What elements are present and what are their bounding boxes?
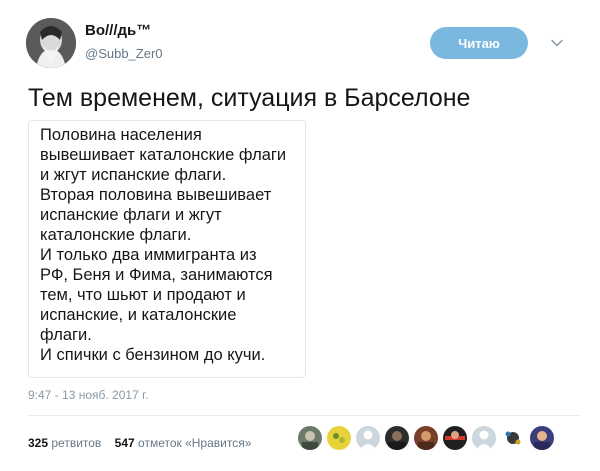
image-text-line: вывешивает каталонские флаги [40,146,287,164]
image-text-line: испанские, и каталонские [40,306,237,324]
image-text-line: РФ, Беня и Фима, занимаются [40,266,273,284]
attached-text-image[interactable]: Половина населения вывешивает каталонски… [28,120,306,378]
image-text-line: И только два иммигранта из [40,246,257,264]
divider [28,415,580,416]
chevron-down-icon[interactable] [550,36,564,50]
liker-avatars [298,426,554,450]
liker-avatar[interactable] [472,426,496,450]
image-text-line: Половина населения [40,126,202,144]
image-text-line: испанские флаги и жгут [40,206,222,224]
liker-avatar[interactable] [414,426,438,450]
image-text-line: каталонские флаги. [40,226,192,244]
image-text-lines: Половина населения вывешивает каталонски… [40,125,286,365]
retweets-count[interactable]: 325 [28,436,48,450]
image-text-line: и жгут испанские флаги. [40,166,227,184]
liker-avatar[interactable] [385,426,409,450]
liker-avatar[interactable] [327,426,351,450]
liker-avatar[interactable] [298,426,322,450]
likes-count[interactable]: 547 [115,436,135,450]
tweet-text: Тем временем, ситуация в Барселоне [28,84,471,112]
tweet-stats: 325 ретвитов 547 отметок «Нравится» [28,436,251,450]
image-text-line: флаги. [40,326,92,344]
author-handle[interactable]: @Subb_Zer0 [85,46,163,61]
author-display-name[interactable]: Во///дь™ [85,22,151,39]
liker-avatar[interactable] [501,426,525,450]
liker-avatar[interactable] [530,426,554,450]
liker-avatar[interactable] [443,426,467,450]
avatar-portrait-icon [26,18,76,68]
following-button[interactable]: Читаю [430,27,528,59]
tweet-timestamp[interactable]: 9:47 - 13 нояб. 2017 г. [28,388,148,402]
image-text-line: И спички с бензином до кучи. [40,346,266,364]
likes-label[interactable]: отметок «Нравится» [138,436,251,450]
retweets-label[interactable]: ретвитов [51,436,101,450]
author-avatar[interactable] [26,18,76,68]
liker-avatar[interactable] [356,426,380,450]
image-text-line: Вторая половина вывешивает [40,186,272,204]
image-text-line: тем, что шьют и продают и [40,286,246,304]
